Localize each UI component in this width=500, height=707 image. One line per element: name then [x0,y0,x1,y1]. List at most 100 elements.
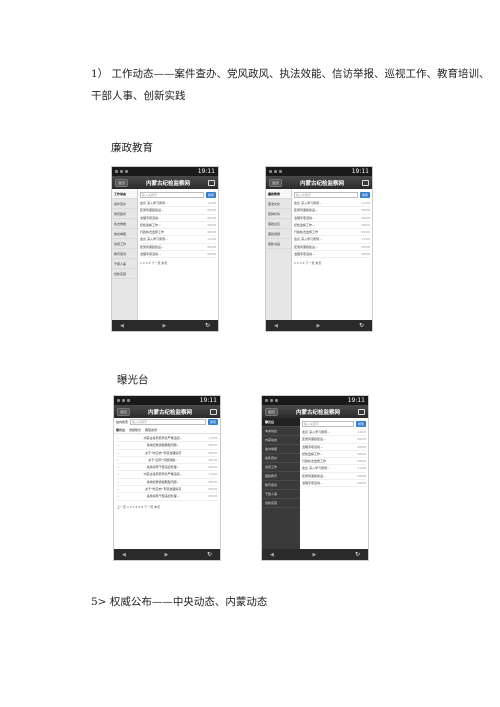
list-item-date: 08/08 [357,437,366,442]
share-icon[interactable] [358,408,365,415]
list-item[interactable]: 纪检监察工作... 08/08 [302,451,366,459]
list-item[interactable]: 某地纪委通报典型问题... 08/08 [117,479,217,487]
pager[interactable]: 上一页 1 2 3 4 5 6 下一页 末页 [114,505,220,509]
menu-item[interactable]: 警钟长鸣 [266,209,291,219]
refresh-icon[interactable]: ↻ [207,551,212,558]
menu-item[interactable]: 工作动态 [112,189,137,199]
list-item[interactable]: 纪检监察工作... 08/08 [140,222,216,230]
menu-item[interactable]: 内蒙动态 [262,436,300,445]
tab-item[interactable]: 通报曝光 [129,428,141,432]
list-item[interactable]: 会议 深入学习贯彻... 11/08 [294,200,370,208]
list-item[interactable]: 治理专项活动... 08/08 [302,480,366,488]
share-icon[interactable] [208,179,215,186]
list-item[interactable]: 区党风廉政建设... 08/08 [302,473,366,481]
menu-item[interactable]: 中央动态 [262,427,300,436]
back-arrow-icon[interactable]: ◀ [122,552,126,558]
back-button[interactable]: 返回 [265,407,278,416]
menu-item[interactable]: 廉政教育 [262,472,300,481]
list-item[interactable]: 关于“吃空饷”专项治理情况 08/08 [117,450,217,457]
menu-item[interactable]: 巡视工作 [112,239,137,249]
list-item[interactable]: 治理专项活动... 08/08 [294,251,370,259]
menu-item[interactable]: 廉政教育 [266,189,291,199]
list-item[interactable]: 某地纪委通报典型问题... 08/08 [117,442,217,450]
list-item[interactable]: 治理专项活动... 08/08 [140,251,216,259]
forward-arrow-icon[interactable]: ▶ [312,552,316,558]
list-item[interactable]: 会议 深入学习贯彻... 11/08 [302,429,366,437]
menu-item[interactable]: 信访举报 [112,229,137,239]
back-arrow-icon[interactable]: ◀ [270,552,274,558]
forward-arrow-icon[interactable]: ▶ [316,323,320,329]
list-item[interactable]: 区党风廉政建设... 08/08 [302,436,366,444]
refresh-icon[interactable]: ↻ [205,322,210,329]
list-item-date: 08/08 [208,487,217,492]
list-item[interactable]: 治理专项活动... 08/08 [302,444,366,451]
search-button[interactable]: 搜索 [356,420,366,427]
menu-item[interactable]: 信访举报 [262,445,300,454]
menu-item[interactable]: 干部人事 [262,490,300,499]
back-button[interactable]: 返回 [115,178,128,187]
share-icon[interactable] [362,179,369,186]
menu-item[interactable]: 曝光台 [262,418,300,427]
menu-item[interactable]: 廉洁文化 [266,199,291,209]
menu-item[interactable]: 执法效能 [112,219,137,229]
menu-item[interactable]: 党风政风 [112,209,137,219]
list-item[interactable]: 内蒙古某局原局长严重违纪... 11/08 [117,471,217,479]
tab-item[interactable]: 典型案例 [145,428,157,432]
search-input[interactable]: 输入关键字 [140,191,204,198]
refresh-icon[interactable]: ↻ [355,551,360,558]
menu-item[interactable]: 创新实践 [112,269,137,279]
list-item[interactable]: 区党风廉政建设... 08/08 [140,207,216,215]
tab-item[interactable]: 曝光台 [116,428,125,432]
list-item[interactable]: 行政执法监督工作 08/08 [302,458,366,466]
list-item-title: 区党风廉政建设... [140,208,164,213]
list-item[interactable]: 纪检监察工作... 08/08 [294,222,370,230]
pager[interactable]: 1 2 3 4 下一页 末页 [140,261,216,265]
list-item-date: 08/08 [207,244,216,249]
list-item[interactable]: 会议 深入学习贯彻... 11/08 [140,200,216,208]
search-button[interactable]: 搜索 [208,418,218,425]
menu-item[interactable]: 廉政论坛 [266,219,291,229]
menu-item[interactable]: 教育培训 [262,481,300,490]
menu-item[interactable]: 创新实践 [262,499,300,508]
list-item[interactable]: 会议 深入学习贯彻... 11/08 [294,236,370,244]
list-item[interactable]: 某旗领导干部违纪处理... 08/08 [117,493,217,501]
list-item[interactable]: 行政执法监督工作 08/08 [140,229,216,237]
search-input[interactable]: 输入关键字 [130,418,206,425]
share-icon[interactable] [210,408,217,415]
bottom-nav: ◀ ▶ ↻ [112,320,218,331]
menu-item[interactable]: 干部人事 [112,259,137,269]
list-item[interactable]: 区党风廉政建设... 08/08 [140,244,216,252]
menu-item[interactable]: 廉政视频 [266,229,291,239]
list-item[interactable]: 治理专项活动... 08/08 [294,215,370,222]
back-arrow-icon[interactable]: ◀ [274,323,278,329]
title-bar: 返回 内蒙古纪检监察网 [262,405,368,418]
menu-item[interactable]: 巡视工作 [262,463,300,472]
menu-item[interactable]: 案件查办 [112,199,137,209]
list-item[interactable]: 区党风廉政建设... 08/08 [294,244,370,252]
menu-item[interactable]: 教育培训 [112,249,137,259]
search-button[interactable]: 搜索 [206,191,216,198]
list-item[interactable]: 区党风廉政建设... 08/08 [294,207,370,215]
list-item[interactable]: 治理专项活动... 08/08 [140,215,216,222]
menu-item[interactable]: 案件查办 [262,454,300,463]
forward-arrow-icon[interactable]: ▶ [164,552,168,558]
list-item[interactable]: 关于“四风”问题通报... 08/08 [117,457,217,465]
back-button[interactable]: 返回 [117,407,130,416]
menu-item[interactable]: 廉政书画 [266,239,291,249]
list-item-date: 08/08 [357,459,366,464]
search-input[interactable]: 输入关键字 [302,420,354,427]
search-input[interactable]: 输入关键字 [294,191,358,198]
list-item[interactable]: 会议 深入学习贯彻... 11/08 [302,465,366,473]
pager[interactable]: 1 2 3 4 下一页 末页 [294,261,370,265]
search-button[interactable]: 搜索 [360,191,370,198]
list-item[interactable]: 关于“吃空饷”专项治理情况 08/08 [117,486,217,494]
list-item[interactable]: 会议 深入学习贯彻... 11/08 [140,236,216,244]
list-item-title: 关于“吃空饷”专项治理情况 [145,487,182,492]
back-button[interactable]: 返回 [269,178,282,187]
forward-arrow-icon[interactable]: ▶ [162,323,166,329]
list-item[interactable]: 行政执法监督工作 08/08 [294,229,370,237]
list-item[interactable]: 某旗领导干部违纪处理... 08/08 [117,464,217,472]
refresh-icon[interactable]: ↻ [359,322,364,329]
list-item[interactable]: 内蒙古某局原局长严重违纪... 11/08 [117,435,217,443]
back-arrow-icon[interactable]: ◀ [120,323,124,329]
